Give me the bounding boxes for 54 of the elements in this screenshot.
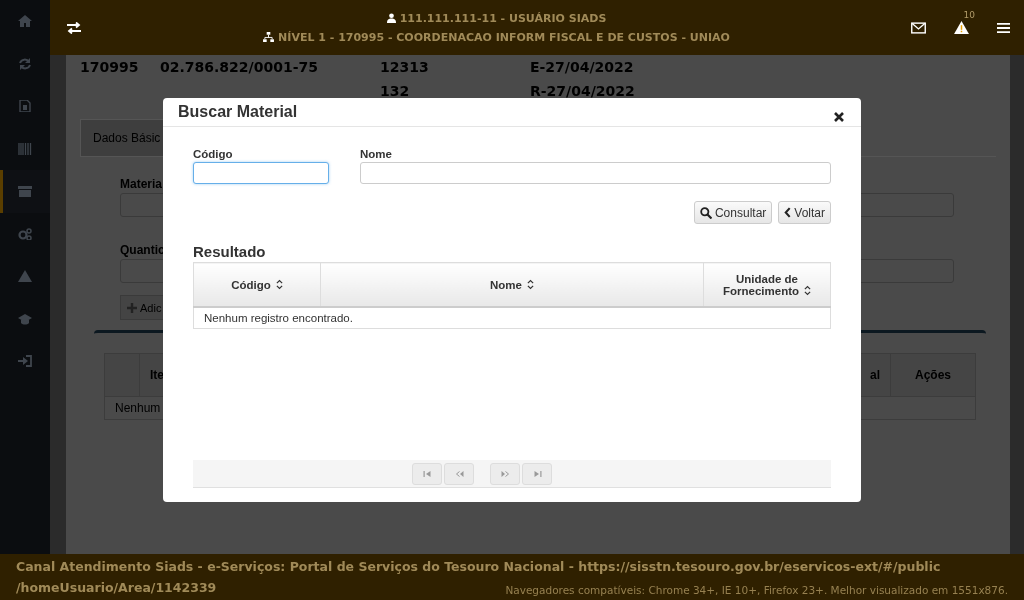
barcode-icon <box>18 142 32 155</box>
refresh-icon <box>18 57 32 70</box>
sort-icon <box>804 284 811 296</box>
unit-label: NÍVEL 1 - 170995 - COORDENACAO INFORM FISCAL E DE CUSTOS - UNIAO <box>278 30 730 44</box>
warning-icon[interactable] <box>954 21 969 34</box>
sidebar-item[interactable] <box>0 170 50 213</box>
hierarchy-icon <box>263 32 275 42</box>
modal-title: Buscar Material <box>178 103 298 121</box>
search-button[interactable]: Consultar <box>693 201 773 224</box>
browser-compat-note: Navegadores compatíveis: Chrome 34+, IE 10+, Firefox 23+. Melhor visualizado em 1551x876. <box>505 583 1008 596</box>
document-icon <box>18 100 32 113</box>
field-label: Quantic <box>120 243 165 257</box>
user-icon <box>386 13 396 23</box>
code-field[interactable] <box>193 162 329 184</box>
column-header[interactable]: Código <box>193 262 321 307</box>
envelope-icon[interactable] <box>911 21 926 34</box>
last-page-icon <box>532 469 542 478</box>
notification-count: 10 <box>963 10 975 20</box>
warning-icon <box>18 270 32 283</box>
archive-icon <box>18 185 32 198</box>
field-label: Nome <box>360 148 392 160</box>
next-page-icon <box>500 469 510 478</box>
summary-value: 132 <box>380 83 411 99</box>
first-page-icon <box>422 469 432 478</box>
close-icon[interactable] <box>834 112 844 122</box>
arrows-icon[interactable] <box>66 21 82 34</box>
chevron-left-icon <box>784 207 792 218</box>
back-button[interactable]: Voltar <box>778 201 831 224</box>
graduation-cap-icon <box>18 312 32 325</box>
field-label: Materia <box>120 177 163 191</box>
summary-value: 02.786.822/0001-75 <box>160 59 319 75</box>
column-header[interactable]: Nome <box>320 262 704 307</box>
column-header: Ações <box>914 367 952 384</box>
summary-value: E-27/04/2022 <box>530 59 635 75</box>
sort-icon <box>275 278 283 290</box>
sign-in-icon <box>18 355 32 368</box>
previous-page-icon <box>454 469 464 478</box>
summary-value: 12313 <box>380 59 430 75</box>
name-field[interactable] <box>360 162 831 184</box>
gears-icon <box>18 227 32 240</box>
footer-text: Canal Atendimento Siads - e-Serviços: Portal de Serviços do Tesouro Nacional - https://sisstn.tesouro.gov.br/eservicos-ext/#/public <box>16 558 941 575</box>
user-label: 111.111.111-11 - USUÁRIO SIADS <box>399 11 607 25</box>
search-icon <box>699 206 712 219</box>
section-title: Resultado <box>193 243 267 260</box>
footer-text: /homeUsuario/Area/1142339 <box>16 579 217 596</box>
summary-value: 170995 <box>80 59 140 75</box>
plus-icon <box>127 302 137 313</box>
field-label: Código <box>193 148 233 160</box>
home-icon <box>18 15 32 28</box>
empty-message: Nenhum registro encontrado. <box>193 307 831 329</box>
sort-icon <box>526 278 534 290</box>
menu-icon[interactable] <box>997 21 1010 34</box>
column-header[interactable]: Unidade de Fornecimento <box>703 262 831 307</box>
summary-value: R-27/04/2022 <box>530 83 636 99</box>
